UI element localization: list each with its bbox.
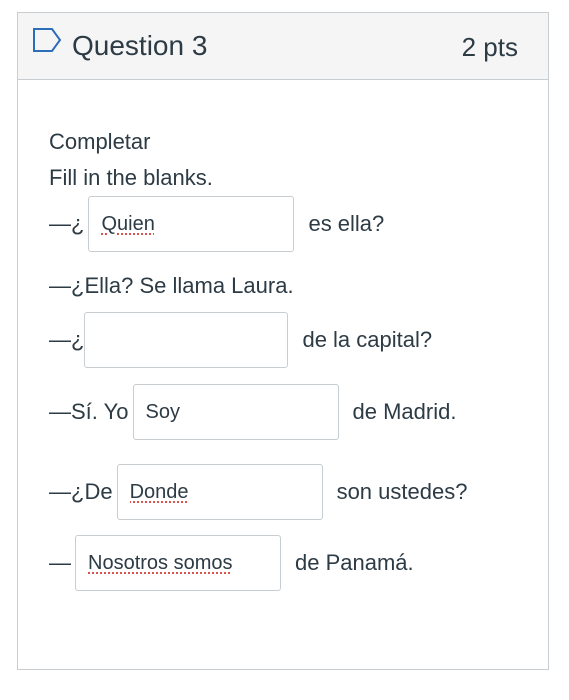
line-3-prefix: —¿ (49, 327, 85, 352)
blank-input-4[interactable] (116, 464, 323, 520)
blank-input-2[interactable] (84, 312, 289, 368)
question-card: Question 3 2 pts Completar Fill in the b… (17, 12, 549, 670)
blank-line-3: —Sí. Yo de Madrid. (49, 384, 456, 440)
blank-line-2: —¿ de la capital? (49, 312, 432, 368)
instructions-subheading: Fill in the blanks. (49, 165, 213, 190)
flag-outline-icon[interactable] (31, 26, 63, 54)
question-title: Question 3 (72, 30, 208, 61)
line-5-prefix: —¿De (49, 479, 113, 504)
line-4-prefix: —Sí. Yo (49, 399, 129, 424)
line-3-suffix: de la capital? (302, 327, 433, 352)
blank-input-3[interactable] (132, 384, 339, 440)
line-1-prefix: —¿ (49, 211, 85, 236)
blank-input-5[interactable] (75, 535, 281, 591)
line-1-suffix: es ella? (308, 211, 385, 236)
blank-line-1: —¿ es ella? (49, 196, 384, 252)
line-6-prefix: — (49, 550, 71, 575)
question-header: Question 3 2 pts (18, 13, 548, 80)
blank-line-4: —¿De son ustedes? (49, 464, 467, 520)
question-points: 2 pts (461, 32, 518, 62)
line-5-suffix: son ustedes? (336, 479, 468, 504)
line-4-suffix: de Madrid. (352, 399, 457, 424)
static-line-ella: —¿Ella? Se llama Laura. (49, 273, 294, 298)
blank-input-1[interactable] (88, 196, 295, 252)
instructions-heading: Completar (49, 129, 151, 154)
blank-line-5: — de Panamá. (49, 535, 414, 591)
question-body: Completar Fill in the blanks. —¿ es ella… (18, 79, 548, 669)
line-6-suffix: de Panamá. (295, 550, 414, 575)
